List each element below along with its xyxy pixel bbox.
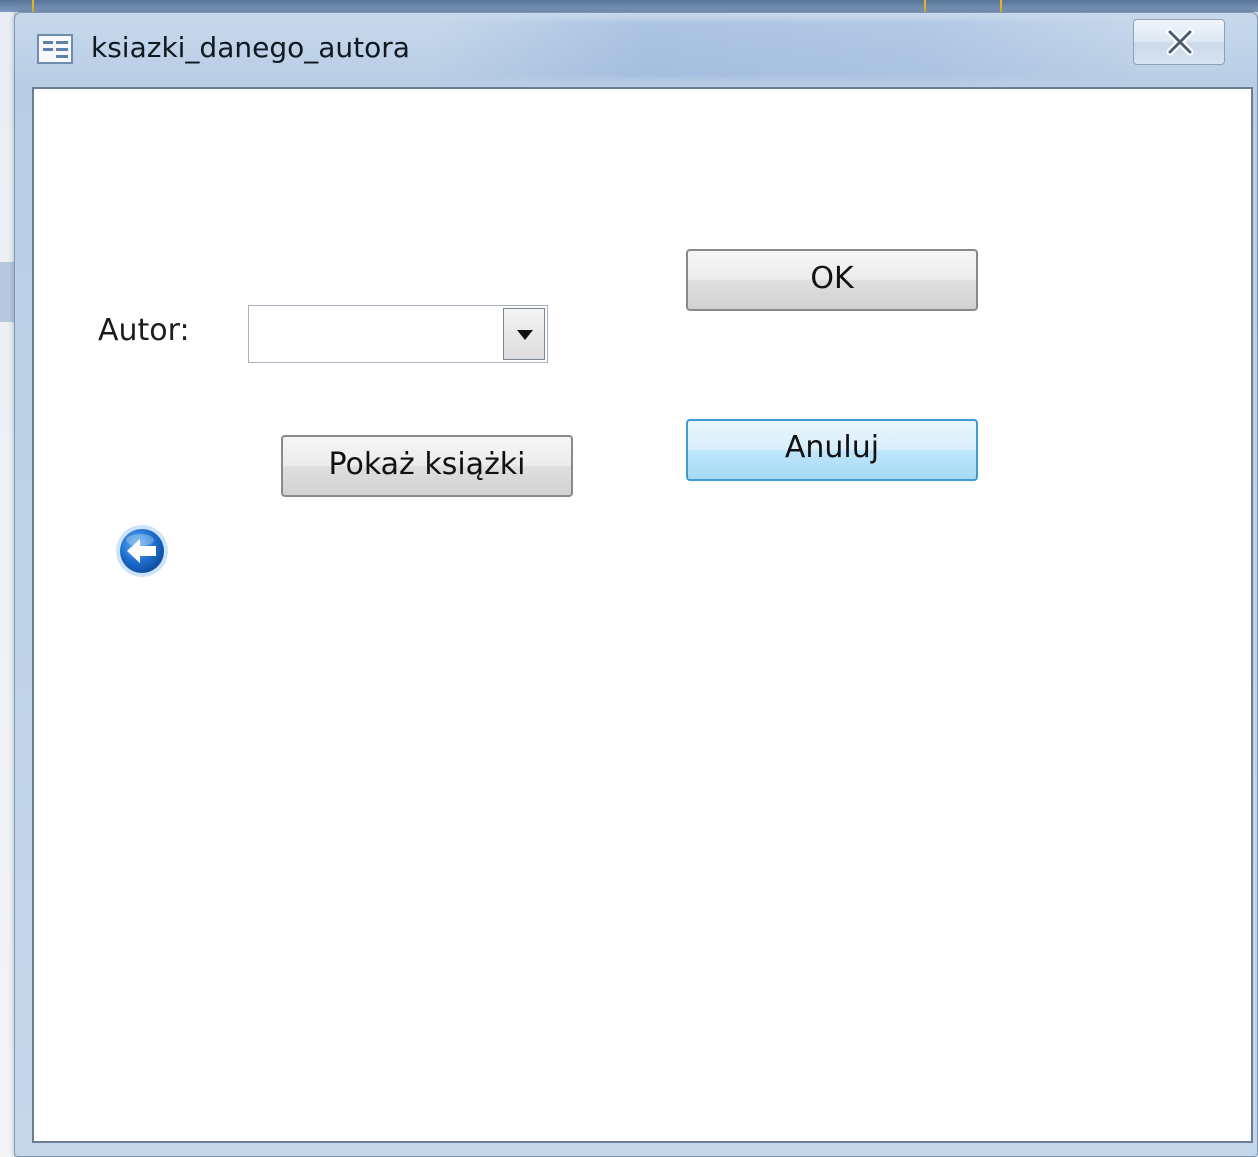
ok-button-label: OK	[810, 261, 854, 296]
close-button[interactable]	[1133, 19, 1225, 65]
desktop-background: ksiazki_danego_autora Autor: OK Anuluj P…	[0, 0, 1258, 1157]
background-selected-strip	[0, 262, 14, 322]
show-books-button-label: Pokaż książki	[328, 447, 526, 482]
title-bar[interactable]: ksiazki_danego_autora	[15, 13, 1257, 85]
title-bar-glass	[435, 19, 1135, 79]
form-icon	[37, 34, 73, 64]
author-label: Autor:	[98, 313, 190, 348]
cancel-button-label: Anuluj	[784, 430, 880, 465]
ok-button[interactable]: OK	[686, 249, 978, 311]
dialog-window: ksiazki_danego_autora Autor: OK Anuluj P…	[14, 12, 1258, 1157]
author-dropdown-button[interactable]	[503, 308, 545, 360]
chevron-down-icon	[517, 330, 533, 340]
background-app-edge	[0, 12, 15, 1157]
background-app-ribbon	[0, 0, 1258, 12]
window-title: ksiazki_danego_autora	[91, 31, 410, 64]
back-arrow-icon[interactable]	[114, 523, 170, 579]
form-client-area: Autor: OK Anuluj Pokaż książki	[32, 87, 1253, 1143]
close-icon	[1166, 28, 1194, 56]
show-books-button[interactable]: Pokaż książki	[281, 435, 573, 497]
cancel-button[interactable]: Anuluj	[686, 419, 978, 481]
author-combobox[interactable]	[248, 305, 548, 363]
